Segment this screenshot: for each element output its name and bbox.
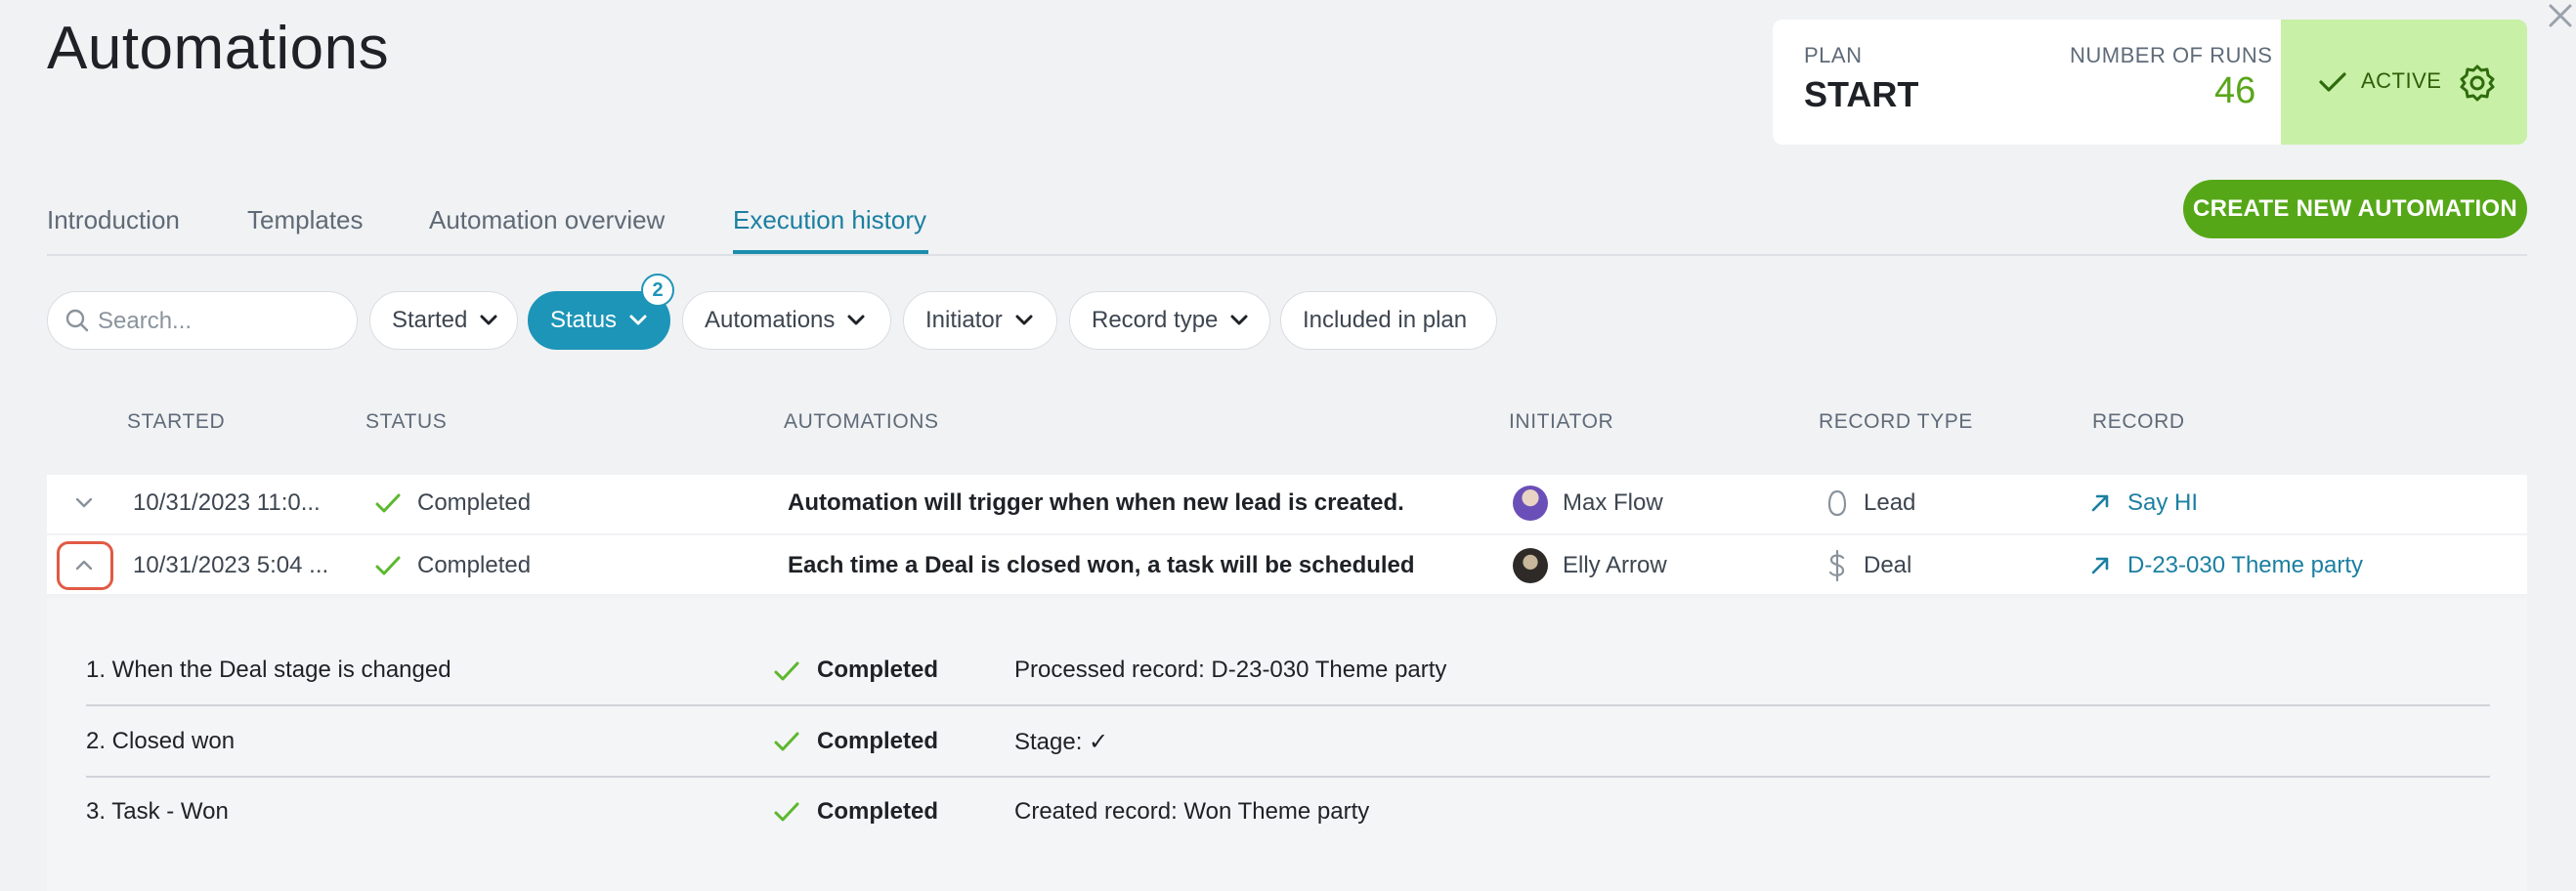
plan-label: PLAN	[1804, 43, 1863, 67]
step-status: Completed	[817, 657, 939, 683]
tabs-divider	[47, 254, 2527, 256]
create-new-automation-button[interactable]: CREATE NEW AUTOMATION	[2183, 180, 2527, 238]
filter-status-label: Status	[550, 307, 618, 333]
filter-automations-label: Automations	[705, 307, 836, 333]
plan-value: START	[1804, 74, 1919, 114]
step-status: Completed	[817, 728, 939, 754]
chevron-down-icon[interactable]	[74, 496, 94, 510]
chevron-up-icon[interactable]	[74, 558, 94, 572]
filter-initiator-label: Initiator	[925, 307, 1003, 333]
search-icon	[65, 309, 89, 332]
step-name: 3. Task - Won	[86, 798, 229, 825]
chevron-down-icon	[1015, 315, 1033, 325]
row-initiator[interactable]: Elly Arrow	[1563, 552, 1667, 579]
step-status: Completed	[817, 798, 939, 825]
filter-included-in-plan[interactable]: Included in plan	[1280, 291, 1497, 350]
chevron-down-icon	[629, 315, 647, 325]
avatar	[1513, 486, 1548, 521]
column-header-record-type[interactable]: RECORD TYPE	[1819, 410, 1973, 434]
tab-automation-overview[interactable]: Automation overview	[429, 205, 665, 235]
tab-execution-history[interactable]: Execution history	[733, 205, 926, 235]
tab-templates[interactable]: Templates	[247, 205, 364, 235]
step-info: Processed record: D-23-030 Theme party	[1014, 657, 1447, 683]
step-info: Created record: Won Theme party	[1014, 798, 1370, 825]
row-record-link[interactable]: D-23-030 Theme party	[2127, 552, 2363, 579]
chevron-down-icon	[847, 315, 865, 325]
column-header-record[interactable]: RECORD	[2092, 410, 2185, 434]
gear-icon[interactable]	[2457, 63, 2498, 104]
row-initiator[interactable]: Max Flow	[1563, 489, 1663, 517]
runs-value: 46	[2214, 70, 2256, 111]
column-header-initiator[interactable]: INITIATOR	[1509, 410, 1613, 434]
active-tab-indicator	[733, 250, 928, 254]
runs-label: NUMBER OF RUNS	[2070, 43, 2273, 67]
row-record-type: Deal	[1864, 552, 1912, 578]
column-header-automations[interactable]: AUTOMATIONS	[784, 410, 939, 434]
column-header-started[interactable]: STARTED	[127, 410, 225, 434]
lead-icon	[1827, 489, 1847, 517]
filter-started[interactable]: Started	[369, 291, 518, 350]
step-name: 1. When the Deal stage is changed	[86, 657, 451, 683]
arrow-up-right-icon[interactable]	[2089, 555, 2111, 576]
filter-record-type[interactable]: Record type	[1069, 291, 1270, 350]
step-name: 2. Closed won	[86, 728, 236, 754]
active-status-label: ACTIVE	[2361, 68, 2442, 93]
step-info: Stage: ✓	[1014, 729, 1109, 755]
chevron-down-icon	[480, 315, 497, 325]
check-icon	[375, 493, 401, 513]
page-title: Automations	[47, 15, 390, 82]
check-icon	[2319, 72, 2346, 92]
filter-record-type-label: Record type	[1092, 307, 1219, 333]
dollar-icon	[1828, 549, 1845, 582]
step-divider	[86, 776, 2490, 778]
check-icon	[774, 732, 799, 751]
check-icon	[375, 556, 401, 575]
execution-details-panel	[47, 598, 2527, 891]
row-record-type: Lead	[1864, 489, 1916, 516]
column-header-status[interactable]: STATUS	[365, 410, 447, 434]
filter-included-in-plan-label: Included in plan	[1303, 307, 1468, 333]
close-icon[interactable]	[2543, 0, 2576, 33]
row-status: Completed	[417, 489, 532, 516]
filter-initiator[interactable]: Initiator	[903, 291, 1057, 350]
row-automation[interactable]: Each time a Deal is closed won, a task w…	[788, 552, 1415, 579]
row-started: 10/31/2023 11:0...	[133, 489, 321, 516]
check-icon	[774, 802, 799, 822]
arrow-up-right-icon[interactable]	[2089, 492, 2111, 514]
row-started: 10/31/2023 5:04 ...	[133, 552, 329, 578]
avatar	[1513, 548, 1548, 583]
chevron-down-icon	[1230, 315, 1248, 325]
row-status: Completed	[417, 552, 532, 578]
status-filter-count-badge: 2	[641, 274, 674, 307]
tab-introduction[interactable]: Introduction	[47, 205, 180, 235]
search-input[interactable]	[98, 307, 342, 336]
check-icon	[774, 661, 799, 681]
row-automation[interactable]: Automation will trigger when when new le…	[788, 489, 1404, 517]
step-divider	[86, 704, 2490, 706]
row-record-link[interactable]: Say HI	[2127, 489, 2198, 517]
filter-started-label: Started	[392, 307, 468, 333]
filter-automations[interactable]: Automations	[682, 291, 891, 350]
